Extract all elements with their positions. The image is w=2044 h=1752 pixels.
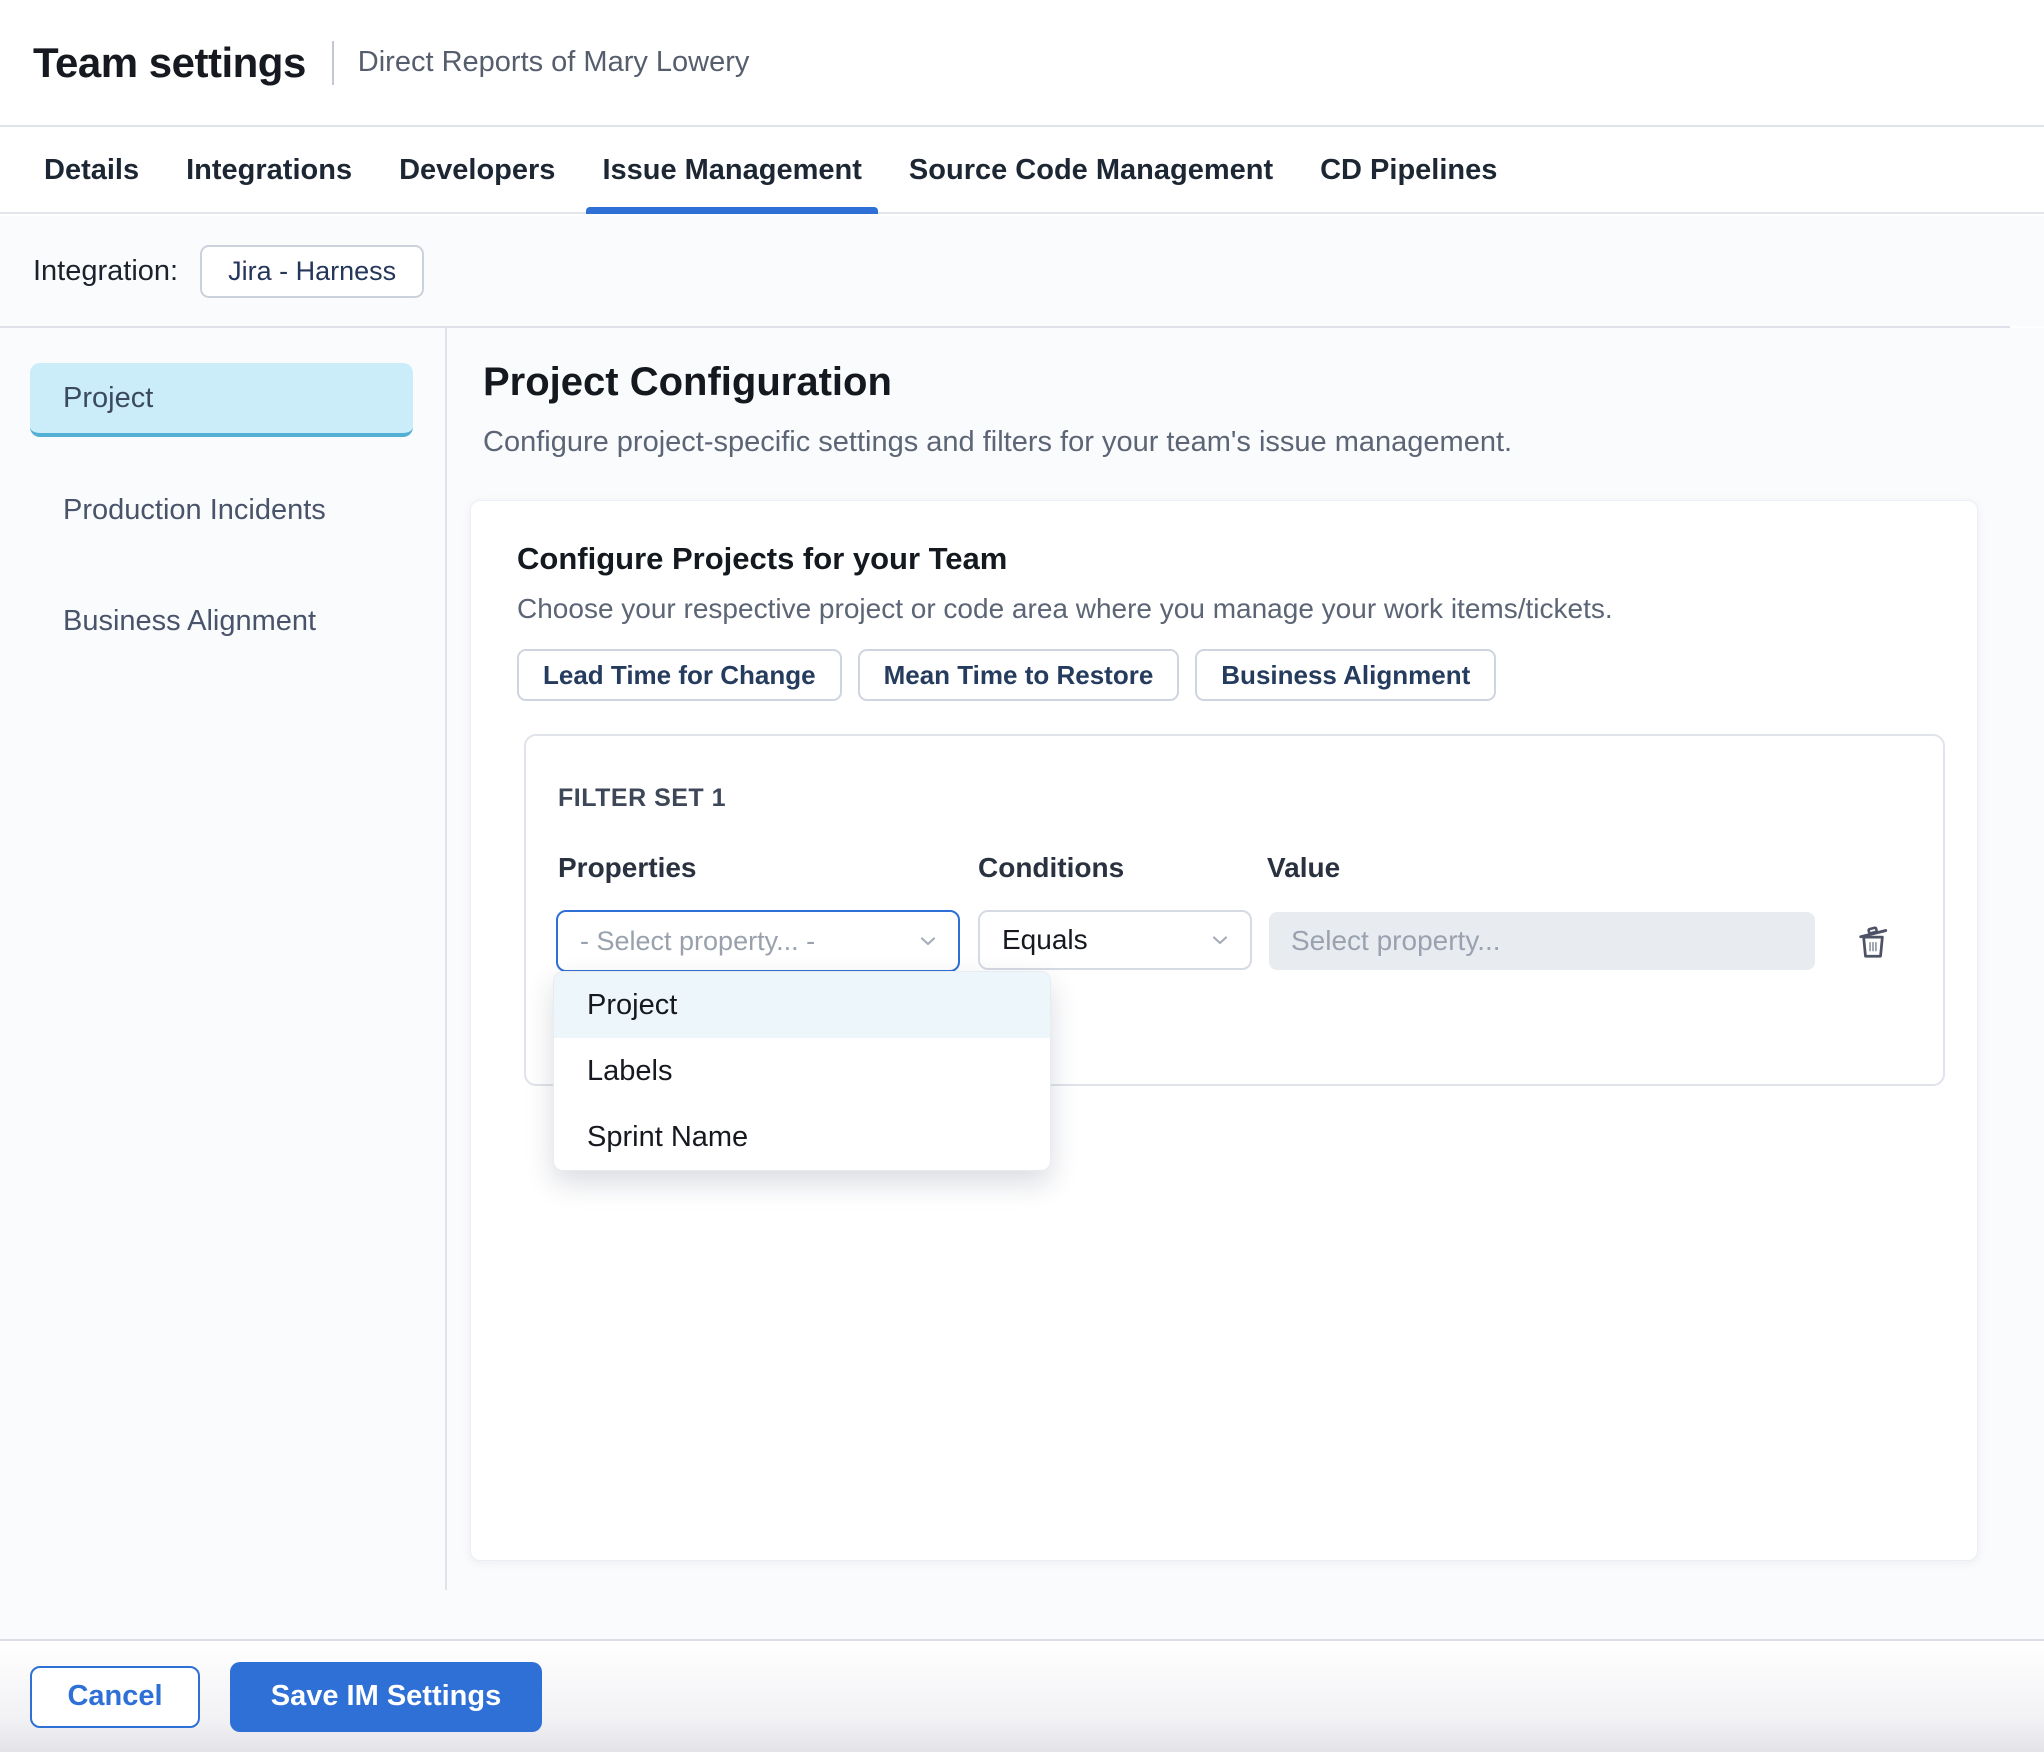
chevron-down-icon <box>916 929 940 953</box>
dropdown-option-project[interactable]: Project <box>554 972 1050 1038</box>
sidebar-item-production-incidents[interactable]: Production Incidents <box>30 478 413 542</box>
chip-business-alignment[interactable]: Business Alignment <box>1195 649 1497 701</box>
cancel-button[interactable]: Cancel <box>30 1665 200 1728</box>
sidebar: Project Production Incidents Business Al… <box>0 328 447 1590</box>
card-subtitle: Choose your respective project or code a… <box>517 593 1613 624</box>
sidebar-item-business-alignment[interactable]: Business Alignment <box>30 589 413 653</box>
filter-set-title: FILTER SET 1 <box>558 784 727 812</box>
property-select-placeholder: - Select property... - <box>580 925 816 956</box>
integration-row: Integration: Jira - Harness <box>0 216 2044 326</box>
chip-mean-time-to-restore[interactable]: Mean Time to Restore <box>857 649 1180 701</box>
page-subtitle: Direct Reports of Mary Lowery <box>357 46 750 78</box>
header: Team settings Direct Reports of Mary Low… <box>0 0 2044 127</box>
dropdown-option-sprint-name[interactable]: Sprint Name <box>554 1104 1050 1170</box>
dropdown-option-labels[interactable]: Labels <box>554 1038 1050 1104</box>
section-title: Project Configuration <box>483 360 892 404</box>
save-im-settings-button[interactable]: Save IM Settings <box>230 1661 542 1732</box>
condition-select-value: Equals <box>1002 924 1088 955</box>
filter-set-card: FILTER SET 1 Properties Conditions Value… <box>524 734 1945 1171</box>
value-input[interactable] <box>1269 912 1815 970</box>
metric-chip-group: Lead Time for Change Mean Time to Restor… <box>517 649 1497 701</box>
properties-column-label: Properties <box>558 852 697 883</box>
main-panel: Project Configuration Configure project-… <box>447 328 2044 1639</box>
tab-bar: Details Integrations Developers Issue Ma… <box>0 129 2044 214</box>
configure-projects-card: Configure Projects for your Team Choose … <box>470 500 1978 1561</box>
tab-cd-pipelines[interactable]: CD Pipelines <box>1320 129 1497 212</box>
chip-lead-time-for-change[interactable]: Lead Time for Change <box>517 649 842 701</box>
team-settings-page: Team settings Direct Reports of Mary Low… <box>0 0 2044 1752</box>
integration-label: Integration: <box>33 254 179 287</box>
title-separator <box>331 40 334 85</box>
trash-icon <box>1851 919 1895 963</box>
chevron-down-icon <box>1208 928 1232 952</box>
tab-source-code-management[interactable]: Source Code Management <box>909 129 1273 212</box>
section-subtitle: Configure project-specific settings and … <box>483 426 1513 458</box>
page-title: Team settings <box>33 38 306 86</box>
tab-details[interactable]: Details <box>44 129 139 212</box>
footer-action-bar: Cancel Save IM Settings <box>0 1639 2044 1752</box>
tab-integrations[interactable]: Integrations <box>186 129 352 212</box>
card-title: Configure Projects for your Team <box>517 541 1008 576</box>
value-column-label: Value <box>1267 852 1341 883</box>
delete-filter-button[interactable] <box>1848 916 1898 966</box>
tab-issue-management[interactable]: Issue Management <box>586 129 879 214</box>
tab-developers[interactable]: Developers <box>399 129 555 212</box>
condition-select[interactable]: Equals <box>978 910 1252 970</box>
property-dropdown-menu: Project Labels Sprint Name <box>553 971 1051 1171</box>
content-area: Project Production Incidents Business Al… <box>0 328 2044 1639</box>
integration-badge[interactable]: Jira - Harness <box>200 244 425 298</box>
property-select[interactable]: - Select property... - <box>556 910 960 972</box>
conditions-column-label: Conditions <box>978 852 1125 883</box>
sidebar-item-project[interactable]: Project <box>30 363 413 437</box>
